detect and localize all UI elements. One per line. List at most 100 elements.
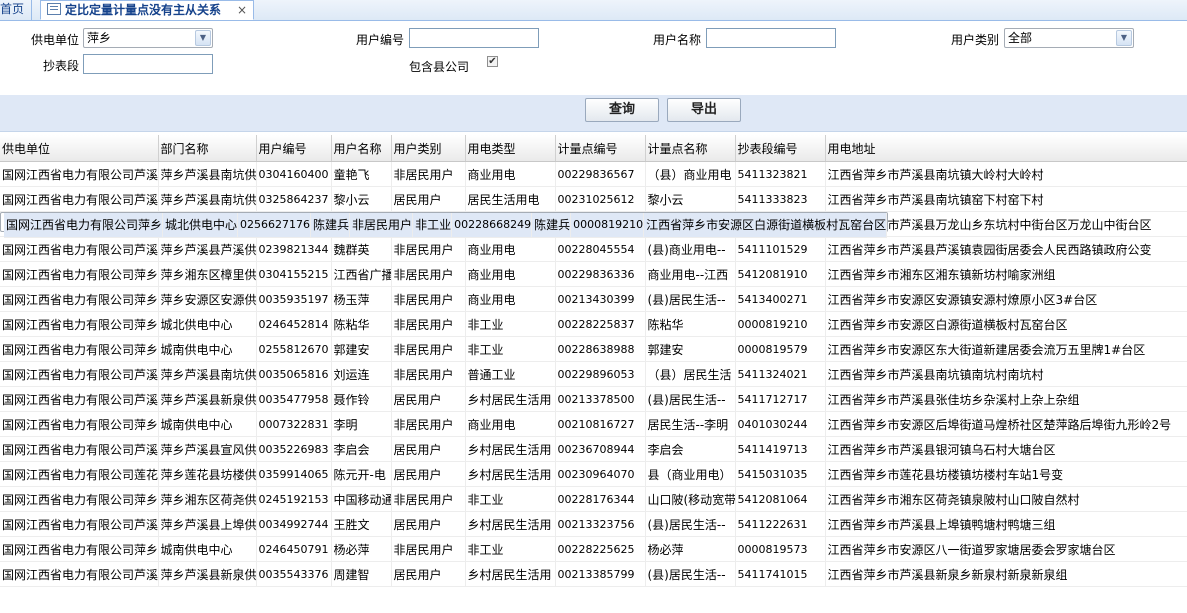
table-cell: 江西省萍乡市莲花县坊楼镇坊楼村车站1号变 [825, 461, 1187, 487]
table-cell: 城南供电中心 [158, 336, 257, 362]
table-cell: 国网江西省电力有限公司芦溪 [0, 436, 159, 462]
table-row[interactable]: 国网江西省电力有限公司萍乡 城北供电中心 0256627176 陈建兵 非居民用户 非工业… [0, 212, 889, 238]
meter-section-label: 抄表段 [43, 59, 80, 73]
table-cell: 乡村居民生活用 [465, 561, 556, 587]
table-cell: 居民用户 [391, 186, 466, 212]
table-cell: 商业用电 [465, 261, 556, 287]
table-row[interactable]: 国网江西省电力有限公司萍乡 城南供电中心 0255812670 郭建安 非居民用户 非工业… [0, 336, 1187, 362]
table-row[interactable]: 国网江西省电力有限公司莲花 萍乡莲花县坊楼供 0359914065 陈元开-电 居民用户… [0, 461, 1187, 487]
table-row[interactable]: 国网江西省电力有限公司芦溪 萍乡芦溪县南坑供 0035065816 刘运连 非居民用户普… [0, 361, 1187, 387]
table-cell: 江西省萍乡市芦溪县新泉乡新泉村新泉新泉组 [825, 561, 1187, 587]
tab-active[interactable]: 定比定量计量点没有主从关系 × [40, 0, 254, 20]
table-cell: 山口陂(移动宽带 [645, 486, 736, 512]
user-no-input[interactable] [409, 28, 539, 48]
table-cell: 居民生活--李明 [645, 411, 736, 437]
column-header[interactable]: 部门名称 [158, 135, 257, 162]
table-cell: 国网江西省电力有限公司萍乡 [0, 411, 159, 437]
table-cell: 00228176344 [555, 486, 646, 512]
table-cell: 陈建兵 [310, 213, 351, 238]
table-cell: 江西省广播 [331, 261, 392, 287]
table-cell: 江西省萍乡市安源区白源街道横板村瓦窑台区 [643, 213, 888, 238]
table-cell: 杨必萍 [645, 536, 736, 562]
table-cell: 江西省萍乡市湘东区湘东镇新坊村喻家洲组 [825, 261, 1187, 287]
table-cell: 李明 [331, 411, 392, 437]
table-cell: 城南供电中心 [158, 536, 257, 562]
column-header[interactable]: 抄表段编号 [735, 135, 826, 162]
table-cell: 0245192153 [256, 486, 332, 512]
table-cell: 非居民用户 [391, 261, 466, 287]
chevron-down-icon[interactable]: ▼ [1116, 30, 1132, 46]
tab-home[interactable]: 首页 [0, 0, 32, 20]
table-cell: 江西省萍乡市湘东区荷尧镇泉陂村山口陂自然村 [825, 486, 1187, 512]
column-header[interactable]: 用户类别 [391, 135, 466, 162]
include-county-checkbox[interactable]: ✔ [487, 56, 498, 67]
table-cell: 商业用电 [465, 411, 556, 437]
table-row[interactable]: 国网江西省电力有限公司芦溪 萍乡芦溪县新泉供 0035477958 聂作铃 居民用户 乡村… [0, 386, 1187, 412]
table-cell: 0035543376 [256, 561, 332, 587]
table-row[interactable]: 国网江西省电力有限公司芦溪 萍乡芦溪县新泉供 0035543376 周建智 居民用户 乡村… [0, 561, 1187, 587]
table-cell: 萍乡芦溪县新泉供 [158, 386, 257, 412]
table-cell: 江西省萍乡市安源区后埠街道马煌桥社区楚萍路后埠街九形岭2号 [825, 411, 1187, 437]
table-cell: 00231025612 [555, 186, 646, 212]
column-header[interactable]: 用电类型 [465, 135, 556, 162]
user-name-input[interactable] [706, 28, 836, 48]
table-row[interactable]: 国网江西省电力有限公司芦溪 萍乡芦溪县南坑供 0304160400 童艳飞 非居民用户商… [0, 161, 1187, 187]
table-row[interactable]: 国网江西省电力有限公司芦溪 萍乡芦溪县南坑供 0325864237 黎小云 居民用户 居民… [0, 186, 1187, 212]
table-cell: 国网江西省电力有限公司芦溪 [0, 561, 159, 587]
column-header[interactable]: 用户名称 [331, 135, 392, 162]
table-cell: (县)居民生活-- [645, 511, 736, 537]
table-row[interactable]: 国网江西省电力有限公司萍乡 萍乡安源区安源供 0035935197 杨玉萍 非居民用户商… [0, 286, 1187, 312]
table-cell: 萍乡芦溪县南坑供 [158, 161, 257, 187]
table-row[interactable]: 国网江西省电力有限公司萍乡 萍乡湘东区樟里供 0304155215 江西省广播 非居民用… [0, 261, 1187, 287]
supply-unit-value: 萍乡 [87, 31, 112, 45]
meter-section-input[interactable] [83, 54, 213, 74]
table-cell: 萍乡湘东区樟里供 [158, 261, 257, 287]
table-cell: 0007322831 [256, 411, 332, 437]
table-cell: 非居民用户 [349, 213, 414, 238]
table-row[interactable]: 国网江西省电力有限公司芦溪 萍乡芦溪县芦溪供 0239821344 魏群英 非居民用户商… [0, 236, 1187, 262]
table-cell: 国网江西省电力有限公司萍乡 [0, 286, 159, 312]
column-header[interactable]: 计量点编号 [555, 135, 646, 162]
table-row[interactable]: 国网江西省电力有限公司芦溪 萍乡芦溪县上埠供 0034992744 王胜文 居民用户 乡村… [0, 511, 1187, 537]
table-cell: 国网江西省电力有限公司莲花 [0, 461, 159, 487]
table-cell: （县）居民生活 [645, 361, 736, 387]
close-icon[interactable]: × [237, 1, 247, 20]
table-cell: 非居民用户 [391, 311, 466, 337]
table-cell: 国网江西省电力有限公司芦溪 [0, 386, 159, 412]
query-button[interactable]: 查询 [585, 98, 659, 122]
column-header[interactable]: 用电地址 [825, 135, 1187, 162]
tab-home-label: 首页 [0, 2, 25, 16]
table-cell: 5415031035 [735, 461, 826, 487]
table-cell: 5412081910 [735, 261, 826, 287]
table-cell: 0255812670 [256, 336, 332, 362]
table-cell: 国网江西省电力有限公司芦溪 [0, 161, 159, 187]
table-cell: 国网江西省电力有限公司芦溪 [0, 186, 159, 212]
chevron-down-icon[interactable]: ▼ [195, 30, 211, 46]
column-header[interactable]: 用户编号 [256, 135, 332, 162]
table-row[interactable]: 国网江西省电力有限公司萍乡 城南供电中心 0246450791 杨必萍 非居民用户 非工业… [0, 536, 1187, 562]
table-cell: (县)居民生活-- [645, 286, 736, 312]
export-button[interactable]: 导出 [667, 98, 741, 122]
table-cell: 陈元开-电 [331, 461, 392, 487]
table-cell: 0304160400 [256, 161, 332, 187]
table-cell: 杨玉萍 [331, 286, 392, 312]
table-cell: 非居民用户 [391, 486, 466, 512]
table-row[interactable]: 国网江西省电力有限公司萍乡 萍乡湘东区荷尧供 0245192153 中国移动通 非居民用… [0, 486, 1187, 512]
table-cell: 5411222631 [735, 511, 826, 537]
table-cell: 5411333823 [735, 186, 826, 212]
table-cell: 非工业 [465, 486, 556, 512]
user-type-select[interactable]: 全部 ▼ [1004, 28, 1134, 48]
table-row[interactable]: 国网江西省电力有限公司萍乡 城南供电中心 0007322831 李明 非居民用户 商业用电… [0, 411, 1187, 437]
table-cell: (县)居民生活-- [645, 386, 736, 412]
column-header[interactable]: 计量点名称 [645, 135, 736, 162]
table-cell: 0401030244 [735, 411, 826, 437]
table-cell: 0246452814 [256, 311, 332, 337]
table-cell: 国网江西省电力有限公司芦溪 [0, 511, 159, 537]
table-cell: 00213430399 [555, 286, 646, 312]
table-row[interactable]: 国网江西省电力有限公司萍乡 城北供电中心 0246452814 陈粘华 非居民用户 非工业… [0, 311, 1187, 337]
supply-unit-select[interactable]: 萍乡 ▼ [83, 28, 213, 48]
table-cell: 00229836567 [555, 161, 646, 187]
table-row[interactable]: 国网江西省电力有限公司芦溪 萍乡芦溪县宣风供 0035226983 李启会 居民用户 乡村… [0, 436, 1187, 462]
tab-active-label: 定比定量计量点没有主从关系 [65, 3, 222, 17]
column-header[interactable]: 供电单位 [0, 135, 159, 162]
